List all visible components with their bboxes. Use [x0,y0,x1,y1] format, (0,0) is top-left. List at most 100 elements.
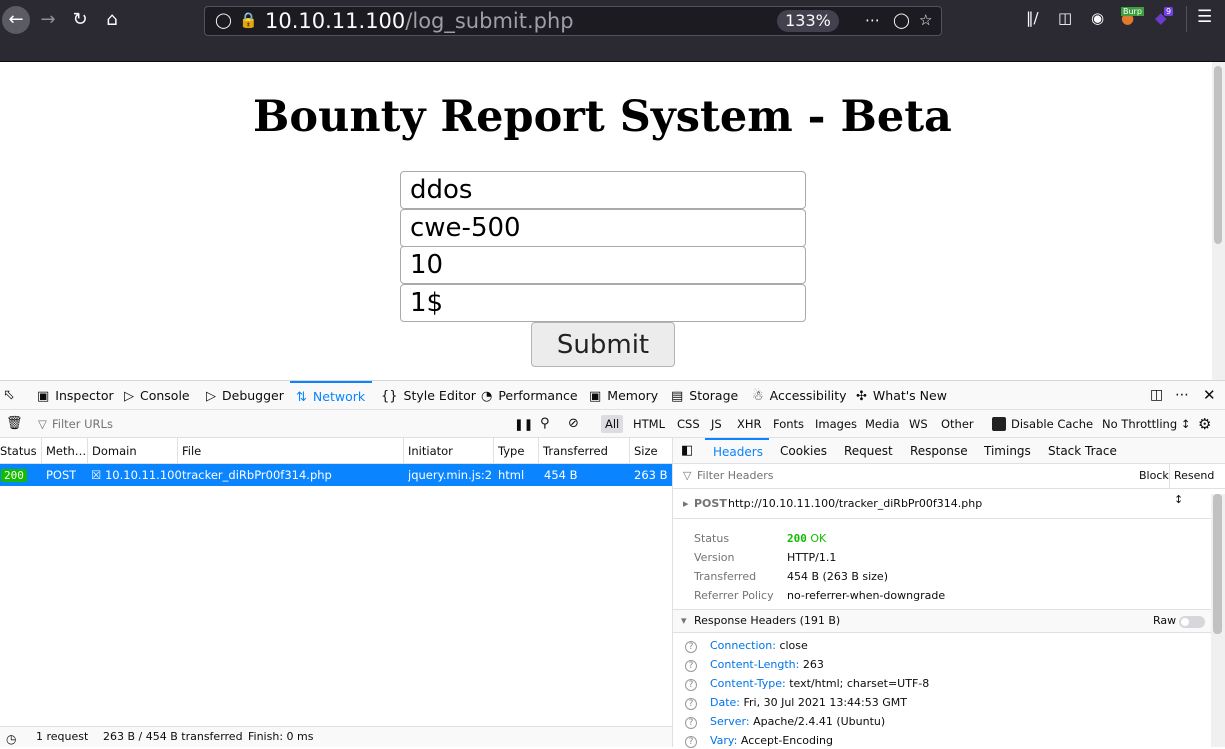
help-icon[interactable]: ? [685,717,697,729]
tab-performance[interactable]: ◔ Performance [481,381,578,410]
tab-style-editor[interactable]: {} Style Editor [381,381,476,410]
request-initiator[interactable]: jquery.min.js:2… [408,464,492,486]
col-status[interactable]: Status [0,438,37,464]
forward-arrow-icon[interactable]: → [34,6,62,34]
pocket-icon[interactable]: ◯ [893,11,910,29]
block-icon[interactable]: ⊘ [568,410,579,438]
account-icon[interactable]: ◉ [1091,9,1104,27]
pause-icon[interactable]: ❚❚ [514,410,533,438]
type-filter-xhr[interactable]: XHR [737,410,762,438]
cwe-input[interactable]: cwe-500 [400,209,806,247]
inspector-icon: ▣ [37,389,50,404]
type-filter-images[interactable]: Images [815,410,857,438]
tab-response[interactable]: Response [910,438,968,464]
cvss-score-input[interactable]: 10 [400,246,806,284]
header-row[interactable]: ? Date: Fri, 30 Jul 2021 13:44:53 GMT [685,696,907,710]
table-row[interactable]: 200 POST ☒ 10.10.11.100 tracker_diRbPr00… [0,464,672,486]
expand-triangle-icon[interactable]: ▸ [683,489,689,519]
collapse-triangle-icon[interactable]: ▾ [681,610,687,632]
timer-icon[interactable]: ◷ [6,729,16,749]
clear-trash-icon[interactable]: 🗑 [6,410,23,438]
header-row[interactable]: ? Content-Type: text/html; charset=UTF-8 [685,677,929,691]
tab-timings[interactable]: Timings [984,438,1031,464]
tab-whats-new[interactable]: ✣ What's New [856,381,947,410]
disable-cache-checkbox[interactable] [992,417,1006,431]
url-text[interactable]: 10.10.11.100/log_submit.php [265,9,574,33]
back-arrow-icon[interactable]: ← [2,6,30,34]
network-icon: ⇅ [296,390,307,405]
response-headers-section[interactable]: ▾ Response Headers (191 B) Raw [673,609,1211,633]
sidebar-icon[interactable]: ◫ [1058,9,1072,27]
disable-cache-label[interactable]: Disable Cache [1011,410,1093,438]
tab-cookies[interactable]: Cookies [780,438,827,464]
col-transferred[interactable]: Transferred [538,438,608,464]
filter-icon: ▽ [38,417,47,431]
col-domain[interactable]: Domain [87,438,137,464]
col-method[interactable]: Meth… [41,438,86,464]
details-scrollbar-thumb[interactable] [1213,494,1222,634]
insecure-lock-icon[interactable]: 🔒 [239,11,258,29]
exploit-title-input[interactable]: ddos [400,171,806,209]
filter-headers-input[interactable]: Filter Headers [697,464,774,488]
help-icon[interactable]: ? [685,698,697,710]
page-scrollbar-thumb[interactable] [1214,66,1222,244]
type-filter-all[interactable]: All [601,415,624,433]
type-filter-media[interactable]: Media [865,410,900,438]
hamburger-menu-icon[interactable]: ☰ [1197,7,1212,27]
tab-console[interactable]: ▷ Console [124,381,190,410]
network-settings-gear-icon[interactable]: ⚙ [1198,410,1211,438]
tab-inspector[interactable]: ▣ Inspector [37,381,114,410]
raw-toggle[interactable] [1179,616,1205,628]
library-icon[interactable]: ‖∕ [1026,9,1039,27]
submit-button[interactable]: Submit [531,322,675,367]
type-filter-js[interactable]: JS [711,410,722,438]
help-icon[interactable]: ? [685,679,697,691]
col-type[interactable]: Type [493,438,524,464]
header-row[interactable]: ? Content-Length: 263 [685,658,824,672]
raw-toggle-knob [1181,618,1189,626]
type-filter-other[interactable]: Other [941,410,974,438]
tab-network[interactable]: ⇅ Network [290,381,372,410]
more-actions-icon[interactable]: ⋯ [865,11,880,29]
filter-urls-input[interactable]: Filter URLs [52,410,113,438]
col-size[interactable]: Size [629,438,658,464]
dock-toggle-icon[interactable]: ◫ [1150,381,1163,410]
page-scrollbar[interactable] [1212,62,1225,380]
close-devtools-icon[interactable]: ✕ [1203,381,1216,410]
zoom-level[interactable]: 133% [777,10,839,32]
tab-accessibility[interactable]: ☃ Accessibility [752,381,847,410]
header-row[interactable]: ? Server: Apache/2.4.41 (Ubuntu) [685,715,885,729]
help-icon[interactable]: ? [685,641,697,653]
tab-request[interactable]: Request [844,438,893,464]
home-icon[interactable]: ⌂ [98,6,126,34]
tab-storage[interactable]: ▤ Storage [671,381,738,410]
type-filter-css[interactable]: CSS [677,410,700,438]
request-summary[interactable]: ▸ POST http://10.10.11.100/tracker_diRbP… [673,489,1211,519]
tab-debugger[interactable]: ▷ Debugger [206,381,284,410]
reload-icon[interactable]: ↻ [66,6,94,34]
col-file[interactable]: File [177,438,201,464]
debugger-icon: ▷ [206,389,216,404]
toggle-panel-icon[interactable]: ◧ [681,438,693,464]
help-icon[interactable]: ? [685,660,697,672]
block-button[interactable]: Block [1139,464,1169,488]
search-icon[interactable]: ⚲ [540,410,550,438]
tab-stack-trace[interactable]: Stack Trace [1048,438,1117,464]
tab-headers[interactable]: Headers [705,438,769,464]
element-picker-icon[interactable]: ⬁ [3,381,15,410]
type-filter-ws[interactable]: WS [909,410,928,438]
help-icon[interactable]: ? [685,736,697,748]
throttling-select[interactable]: No Throttling ↕ [1102,410,1190,438]
extension-count-badge: 9 [1164,7,1174,16]
details-scrollbar[interactable] [1211,494,1225,747]
type-filter-fonts[interactable]: Fonts [773,410,804,438]
col-initiator[interactable]: Initiator [403,438,453,464]
bookmark-star-icon[interactable]: ☆ [919,11,932,29]
type-filter-html[interactable]: HTML [633,410,665,438]
url-bar[interactable]: ◯ 🔒 10.10.11.100/log_submit.php 133% ⋯ ◯… [204,6,942,36]
shield-icon[interactable]: ◯ [215,11,232,29]
bounty-reward-input[interactable]: 1$ [400,284,806,322]
devtools-menu-icon[interactable]: ⋯ [1175,381,1189,410]
tab-memory[interactable]: ▣ Memory [589,381,658,410]
header-row[interactable]: ? Connection: close [685,639,808,653]
